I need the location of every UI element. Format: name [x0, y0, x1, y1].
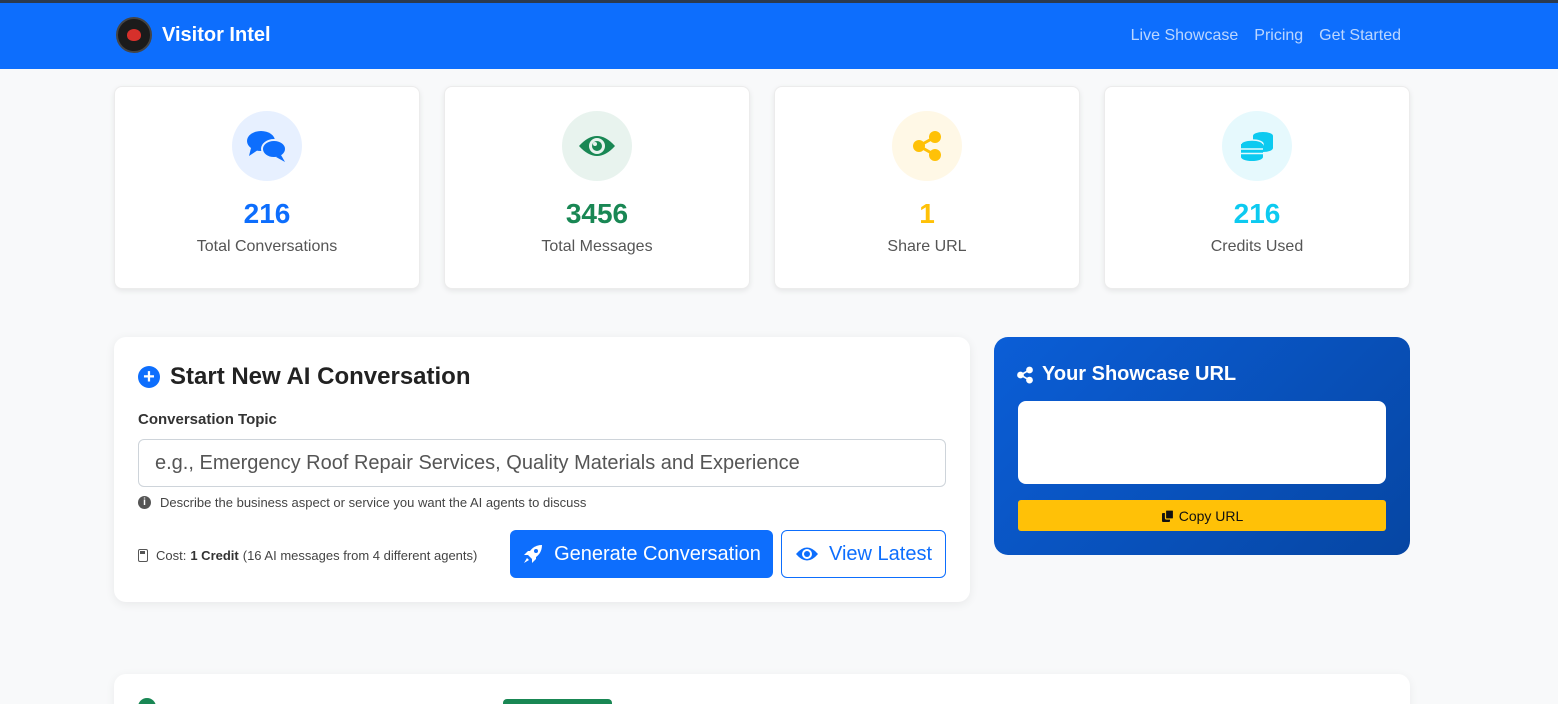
share-icon — [892, 111, 962, 181]
stat-label: Share URL — [887, 238, 967, 255]
view-latest-button[interactable]: View Latest — [781, 530, 946, 578]
rocket-icon — [522, 543, 544, 565]
showcase-url-title: Your Showcase URL — [1042, 363, 1237, 385]
stat-value: 1 — [919, 198, 935, 229]
calculator-icon — [138, 549, 148, 562]
topic-help: i Describe the business aspect or servic… — [138, 495, 586, 510]
stat-label: Credits Used — [1210, 238, 1304, 255]
stat-card-messages: 3456 Total Messages — [444, 86, 750, 289]
new-conversation-card: + Start New AI Conversation Conversation… — [114, 337, 970, 602]
stat-label: Total Conversations — [196, 238, 338, 255]
info-icon: i — [138, 496, 151, 509]
section-icon — [138, 698, 156, 704]
stat-label: Total Messages — [541, 238, 653, 255]
cost-info: Cost: 1 Credit (16 AI messages from 4 di… — [138, 548, 477, 563]
copy-url-button[interactable]: Copy URL — [1018, 500, 1386, 531]
nav-link-get-started[interactable]: Get Started — [1319, 27, 1401, 45]
stat-value: 3456 — [565, 198, 629, 229]
plus-circle-icon: + — [138, 366, 160, 388]
stat-value: 216 — [243, 198, 291, 229]
view-latest-label: View Latest — [828, 542, 933, 565]
generate-conversation-button[interactable]: Generate Conversation — [510, 530, 773, 578]
eye-icon — [795, 545, 819, 563]
nav-links: Live Showcase Pricing Get Started — [1131, 27, 1401, 45]
coins-icon — [1222, 111, 1292, 181]
topic-input[interactable] — [138, 439, 946, 487]
stat-card-conversations: 216 Total Conversations — [114, 86, 420, 289]
stat-value: 216 — [1233, 198, 1281, 229]
new-conversation-title: Start New AI Conversation — [170, 363, 471, 390]
cost-prefix: Cost: — [156, 548, 187, 563]
status-badge — [503, 699, 612, 704]
copy-url-label: Copy URL — [1178, 507, 1244, 524]
share-icon — [1016, 366, 1034, 384]
new-conversation-heading: + Start New AI Conversation — [138, 363, 471, 391]
comments-icon — [232, 111, 302, 181]
navbar: Visitor Intel Live Showcase Pricing Get … — [0, 3, 1558, 69]
copy-icon — [1161, 508, 1175, 523]
stat-card-credits: 216 Credits Used — [1104, 86, 1410, 289]
cost-detail: (16 AI messages from 4 different agents) — [242, 548, 478, 563]
cost-value: 1 Credit — [190, 548, 239, 563]
showcase-url-card: Your Showcase URL Copy URL — [994, 337, 1410, 555]
eye-icon — [562, 111, 632, 181]
nav-link-live-showcase[interactable]: Live Showcase — [1131, 27, 1239, 45]
generate-conversation-label: Generate Conversation — [554, 542, 761, 565]
nav-link-pricing[interactable]: Pricing — [1254, 27, 1303, 45]
brand-logo — [116, 17, 152, 53]
topic-help-text: Describe the business aspect or service … — [160, 495, 587, 510]
showcase-url-heading: Your Showcase URL — [1016, 363, 1236, 386]
brand[interactable]: Visitor Intel — [116, 17, 271, 53]
stat-card-share-url: 1 Share URL — [774, 86, 1080, 289]
bottom-section-card — [114, 674, 1410, 704]
brand-name: Visitor Intel — [162, 23, 271, 46]
topic-label: Conversation Topic — [138, 411, 277, 428]
showcase-url-field[interactable] — [1018, 401, 1386, 484]
